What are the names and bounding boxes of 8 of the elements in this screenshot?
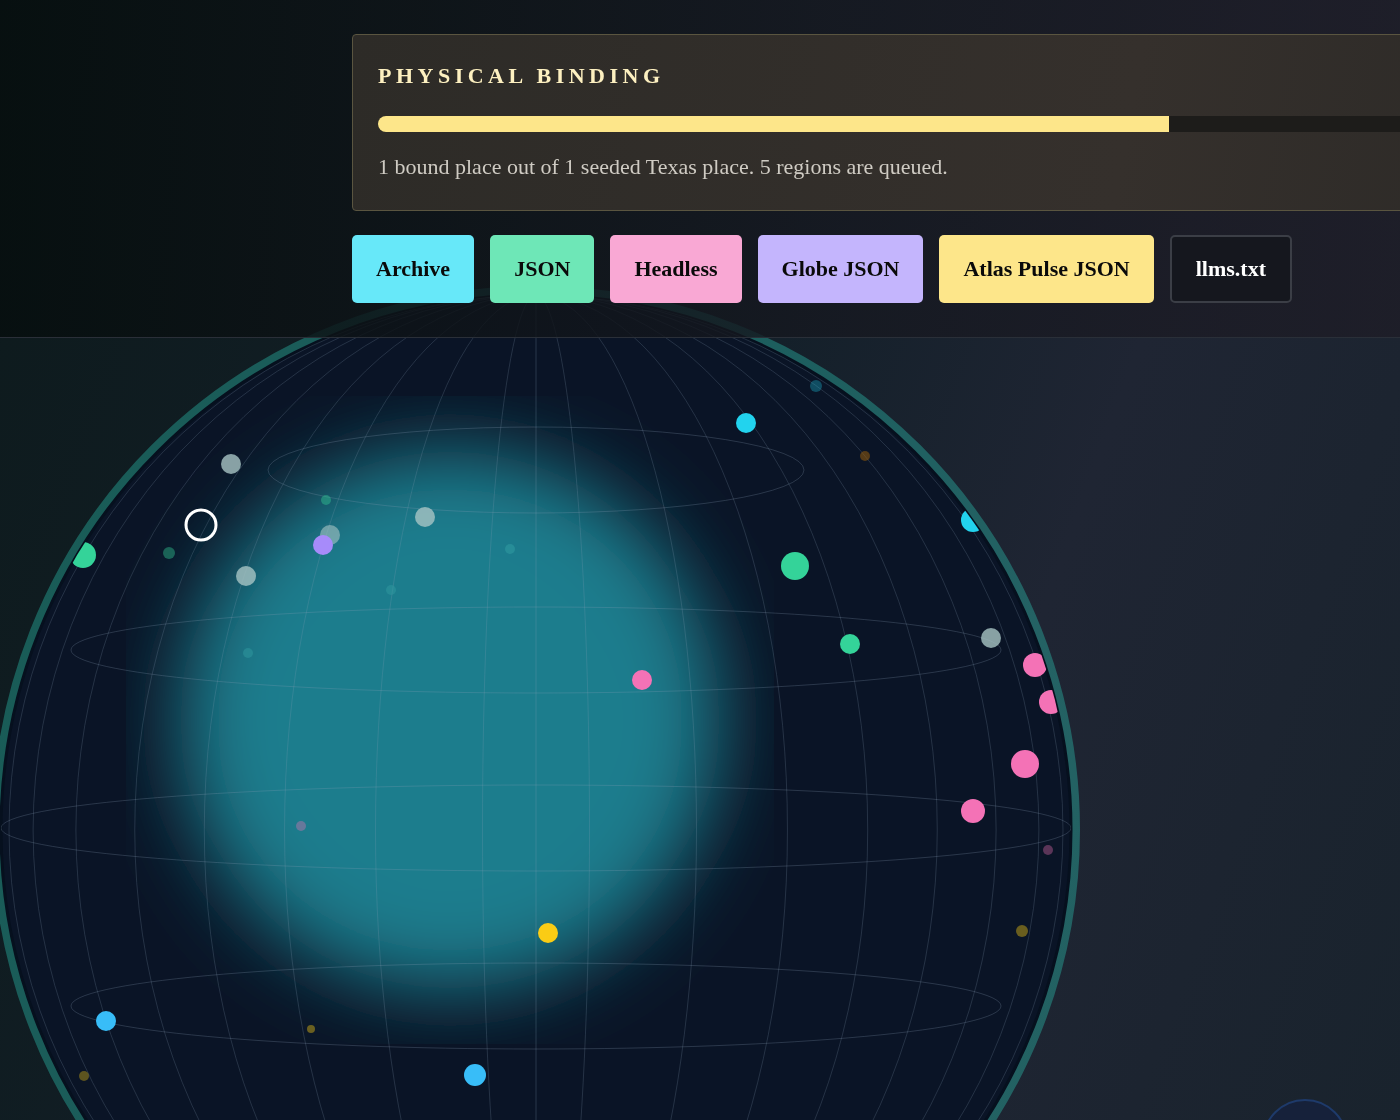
binding-summary: 1 bound place out of 1 seeded Texas place. 5 regions are queued. (378, 154, 949, 180)
link-button[interactable]: JSON (490, 235, 595, 303)
link-button[interactable]: Archive (352, 235, 475, 303)
link-button[interactable]: Atlas Pulse JSON (939, 235, 1154, 303)
panel-title: PHYSICAL BINDING (378, 63, 666, 89)
link-button[interactable]: Globe JSON (757, 235, 924, 303)
link-button[interactable]: llms.txt (1169, 235, 1292, 303)
link-button[interactable]: Headless (610, 235, 742, 303)
